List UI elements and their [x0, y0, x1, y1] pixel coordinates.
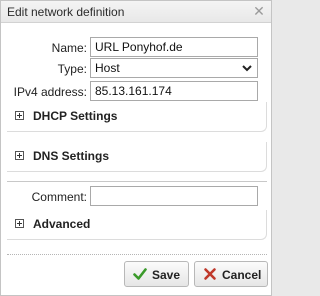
dhcp-settings-section[interactable]: DHCP Settings: [7, 102, 267, 132]
name-value: URL Ponyhof.de: [95, 40, 183, 54]
comment-field[interactable]: [90, 186, 258, 206]
plus-box-icon[interactable]: [15, 151, 24, 160]
dns-settings-label: DNS Settings: [33, 149, 110, 163]
name-label: Name:: [51, 41, 87, 55]
advanced-label: Advanced: [33, 217, 91, 231]
section-divider: [7, 181, 267, 182]
dhcp-settings-label: DHCP Settings: [33, 109, 118, 123]
dialog-titlebar[interactable]: Edit network definition ✕: [1, 1, 271, 23]
checkmark-icon: [133, 268, 147, 280]
save-label: Save: [152, 268, 181, 282]
chevron-down-icon: [242, 65, 252, 72]
edit-network-dialog: Edit network definition ✕ Name: URL Pony…: [0, 0, 272, 296]
ipv4-field[interactable]: 85.13.161.174: [90, 81, 258, 101]
name-field[interactable]: URL Ponyhof.de: [90, 37, 258, 57]
ipv4-label: IPv4 address:: [13, 85, 87, 99]
x-icon: [204, 268, 216, 280]
type-label: Type:: [57, 62, 87, 76]
dialog-title: Edit network definition: [7, 5, 125, 19]
ipv4-value: 85.13.161.174: [95, 84, 172, 98]
dns-settings-section[interactable]: DNS Settings: [7, 142, 267, 172]
type-value: Host: [95, 61, 120, 75]
comment-label: Comment:: [31, 190, 87, 204]
footer-separator: [7, 254, 267, 255]
close-icon[interactable]: ✕: [252, 4, 266, 18]
plus-box-icon[interactable]: [15, 219, 24, 228]
type-select[interactable]: Host: [90, 58, 258, 78]
save-button[interactable]: Save: [124, 261, 189, 287]
cancel-label: Cancel: [222, 268, 262, 282]
plus-box-icon[interactable]: [15, 111, 24, 120]
advanced-section[interactable]: Advanced: [7, 210, 267, 240]
cancel-button[interactable]: Cancel: [194, 261, 268, 287]
